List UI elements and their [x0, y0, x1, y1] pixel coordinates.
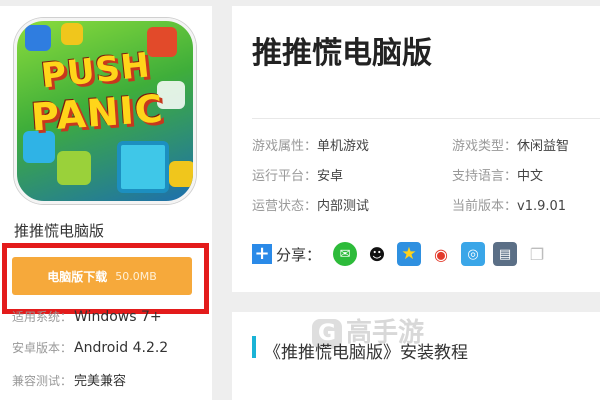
icon-tile: [147, 27, 177, 57]
attr-game-property: 游戏属性：单机游戏: [252, 135, 369, 154]
spec-row-android: 安卓版本： Android 4.2.2: [12, 339, 168, 356]
spec-key: 安卓版本：: [12, 341, 73, 355]
spec-value: Windows 7+: [74, 309, 162, 325]
attr-key: 运行平台：: [252, 169, 318, 184]
share-bar: + 分享： ✉ ☻ ★ ◉ ◎ ▤ ❐: [252, 242, 557, 266]
download-button-label: 电脑版下载: [47, 269, 108, 284]
icon-logo-panic: PANIC: [29, 86, 165, 140]
icon-tile: [25, 25, 51, 51]
tutorial-panel: G 高手游 《推推慌电脑版》安装教程: [232, 312, 600, 400]
attr-value: v1.9.01: [517, 199, 567, 214]
divider: [252, 118, 600, 119]
spec-value: Android 4.2.2: [74, 340, 169, 356]
wechat-icon[interactable]: ✉: [333, 242, 358, 266]
attr-value: 内部测试: [317, 199, 370, 214]
copy-icon[interactable]: ❐: [525, 242, 550, 266]
attr-value: 休闲益智: [517, 139, 570, 154]
icon-tile: [61, 23, 83, 45]
attr-key: 游戏类型：: [452, 139, 518, 154]
qq-icon[interactable]: ☻: [365, 242, 390, 266]
game-detail-panel: 推推慌电脑版 游戏属性：单机游戏 游戏类型：休闲益智 运行平台：安卓 支持语言：…: [232, 6, 600, 292]
attr-key: 支持语言：: [452, 169, 518, 184]
print-icon[interactable]: ▤: [493, 242, 518, 266]
icon-tile: [169, 161, 193, 187]
page-title: 推推慌电脑版: [252, 36, 432, 71]
attr-value: 安卓: [317, 169, 344, 184]
attr-value: 中文: [517, 169, 544, 184]
download-size: 50.0MB: [115, 269, 157, 283]
weibo-icon[interactable]: ◉: [429, 242, 454, 266]
left-panel: PUSH PANIC 推推慌电脑版 电脑版下载 50.0MB 适用系统： Wind…: [0, 6, 212, 400]
icon-tile: [117, 141, 169, 193]
attr-key: 游戏属性：: [252, 139, 318, 154]
game-icon-image[interactable]: PUSH PANIC: [14, 18, 196, 204]
attr-game-type: 游戏类型：休闲益智: [452, 135, 569, 154]
spec-row-system: 适用系统： Windows 7+: [12, 308, 162, 325]
spec-key: 适用系统：: [12, 310, 73, 324]
tencent-weibo-icon[interactable]: ◎: [461, 242, 486, 266]
accent-bar: [252, 336, 256, 358]
download-button[interactable]: 电脑版下载 50.0MB: [12, 257, 192, 295]
spec-row-compat: 兼容测试： 完美兼容: [12, 370, 126, 389]
attr-status: 运营状态：内部测试: [252, 195, 369, 214]
attr-version: 当前版本：v1.9.01: [452, 195, 566, 214]
qzone-icon[interactable]: ★: [397, 242, 422, 266]
share-plus-icon[interactable]: +: [252, 244, 272, 264]
icon-tile: [57, 151, 91, 185]
attr-key: 运营状态：: [252, 199, 318, 214]
attr-platform: 运行平台：安卓: [252, 165, 343, 184]
game-name: 推推慌电脑版: [14, 222, 105, 240]
share-label: 分享：: [276, 245, 322, 264]
spec-key: 兼容测试：: [12, 374, 73, 388]
attr-value: 单机游戏: [317, 139, 370, 154]
spec-value: 完美兼容: [74, 374, 127, 389]
attr-language: 支持语言：中文: [452, 165, 543, 184]
attr-key: 当前版本：: [452, 199, 518, 214]
tutorial-title[interactable]: 《推推慌电脑版》安装教程: [264, 338, 468, 363]
